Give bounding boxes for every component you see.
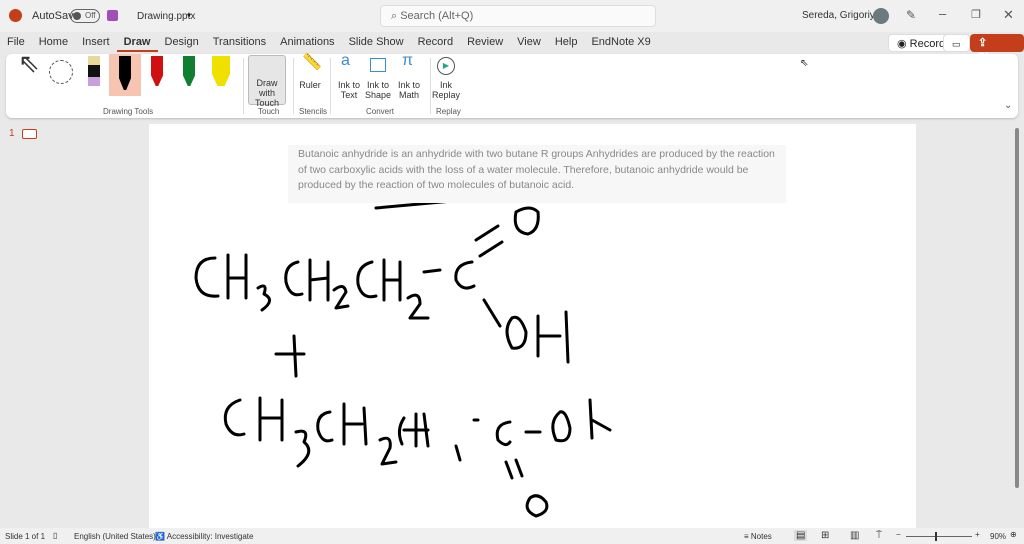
collapse-ribbon-icon[interactable]: ⌄ <box>1004 100 1012 111</box>
highlighter-tool[interactable] <box>212 56 230 86</box>
title-bar: AutoSave Off Drawing.pptx ▾ ⌕ Search (Al… <box>0 0 1024 32</box>
accessibility-label: Accessibility: Investigate <box>166 532 254 541</box>
eraser-tool[interactable] <box>88 56 100 86</box>
tab-endnote[interactable]: EndNote X9 <box>584 34 657 52</box>
accessibility-icon: ♿ <box>155 532 167 541</box>
chevron-down-icon[interactable]: ▾ <box>187 11 191 20</box>
tab-transitions[interactable]: Transitions <box>206 34 273 52</box>
language[interactable]: English (United States) <box>74 532 156 541</box>
scrollbar-thumb[interactable] <box>1015 128 1019 488</box>
ribbon: ⇖ Drawing Tools Draw with Touch Touch 📏 R… <box>6 50 1018 118</box>
notes-page-icon[interactable]: ▯ <box>53 531 57 540</box>
tab-insert[interactable]: Insert <box>75 34 117 52</box>
ink-to-text-icon: a <box>341 52 350 69</box>
ruler-icon: 📏 <box>302 54 322 71</box>
avatar[interactable] <box>873 8 889 24</box>
zoom-out-icon[interactable]: − <box>896 530 901 539</box>
ink-to-shape-icon <box>370 58 386 72</box>
tab-animations[interactable]: Animations <box>273 34 341 52</box>
tab-review[interactable]: Review <box>460 34 510 52</box>
reading-view-icon[interactable]: ▥ <box>850 530 859 541</box>
record-label: Record <box>909 38 946 50</box>
tab-design[interactable]: Design <box>158 34 206 52</box>
ink-to-math-button[interactable]: π Ink to Math <box>394 52 424 101</box>
slide-count: Slide 1 of 1 <box>5 532 46 541</box>
notes-button[interactable]: ≡ Notes <box>744 532 772 541</box>
slide-thumbnail[interactable] <box>22 129 37 139</box>
status-bar: Slide 1 of 1 ▯ English (United States) ♿… <box>0 528 1024 544</box>
tab-draw[interactable]: Draw <box>116 34 158 52</box>
zoom-slider-thumb[interactable] <box>935 532 937 541</box>
share-button[interactable]: ⇪ Share <box>970 34 1024 63</box>
ruler-button[interactable]: 📏 Ruler <box>298 54 322 91</box>
red-pen-tool[interactable] <box>151 56 163 86</box>
draw-with-touch-label: Draw with Touch <box>254 78 280 108</box>
ink-to-math-label: Ink to Math <box>397 80 420 100</box>
slideshow-icon[interactable]: ⍑ <box>876 530 882 541</box>
search-input[interactable]: ⌕ Search (Alt+Q) <box>380 5 656 27</box>
draw-with-touch-button[interactable]: Draw with Touch <box>248 55 286 108</box>
powerpoint-logo <box>9 9 22 22</box>
zoom-slider[interactable] <box>906 532 972 541</box>
ribbon-tabs: File Home Insert Draw Design Transitions… <box>0 34 658 52</box>
black-pen-tool[interactable] <box>109 54 141 96</box>
tab-record[interactable]: Record <box>411 34 460 52</box>
select-arrow-icon[interactable]: ⇖ <box>18 50 40 76</box>
slide-sorter-icon[interactable]: ⊞ <box>821 530 829 541</box>
group-replay: Replay <box>436 107 461 116</box>
ink-to-shape-button[interactable]: Ink to Shape <box>365 56 391 100</box>
user-name[interactable]: Sereda, Grigoriy A <box>802 10 884 21</box>
ink-to-text-label: Ink to Text <box>337 80 360 100</box>
lasso-icon[interactable] <box>49 60 73 84</box>
slide-text-box[interactable]: Butanoic anhydride is an anhydride with … <box>288 145 786 203</box>
autosave-toggle[interactable]: Off <box>70 9 100 23</box>
zoom-level[interactable]: 90% <box>990 532 1006 541</box>
search-placeholder: Search (Alt+Q) <box>400 10 474 22</box>
tab-help[interactable]: Help <box>548 34 585 52</box>
ink-to-text-button[interactable]: a Ink to Text <box>336 52 362 101</box>
ink-to-shape-label: Ink to Shape <box>365 80 392 100</box>
record-icon: ◉ <box>897 38 910 50</box>
vertical-scrollbar[interactable] <box>1012 124 1022 526</box>
save-icon[interactable] <box>107 10 118 21</box>
group-stencils: Stencils <box>299 107 328 116</box>
group-convert: Convert <box>366 107 395 116</box>
thumbnail-number: 1 <box>9 128 15 139</box>
group-touch: Touch <box>258 107 280 116</box>
ink-replay-button[interactable]: ▶ Ink Replay <box>432 56 460 100</box>
slide-text: Butanoic anhydride is an anhydride with … <box>298 148 775 191</box>
group-drawing-tools: Drawing Tools <box>103 107 154 116</box>
ink-replay-label: Ink Replay <box>432 80 461 100</box>
ink-to-math-icon: π <box>402 52 414 69</box>
tab-slide-show[interactable]: Slide Show <box>342 34 411 52</box>
ruler-label: Ruler <box>299 80 321 90</box>
minimize-icon[interactable]: – <box>939 6 946 21</box>
search-icon: ⌕ <box>391 10 401 22</box>
accessibility-status[interactable]: ♿ Accessibility: Investigate <box>155 532 253 541</box>
green-pen-tool[interactable] <box>183 56 195 86</box>
comments-button[interactable]: ▭ <box>943 34 970 52</box>
normal-view-icon[interactable]: ▤ <box>794 530 808 541</box>
fit-to-window-icon[interactable]: ⊕ <box>1010 530 1017 539</box>
autosave-state: Off <box>85 11 96 20</box>
replay-icon: ▶ <box>437 57 455 75</box>
tab-view[interactable]: View <box>510 34 548 52</box>
share-icon: ⇪ <box>978 37 988 49</box>
share-label: Share <box>978 51 1009 63</box>
notes-label: Notes <box>750 532 772 541</box>
close-icon[interactable]: ✕ <box>1003 7 1014 23</box>
zoom-in-icon[interactable]: + <box>975 530 980 539</box>
pen-icon[interactable]: ✎ <box>906 8 916 22</box>
restore-icon[interactable]: ❐ <box>971 8 981 21</box>
